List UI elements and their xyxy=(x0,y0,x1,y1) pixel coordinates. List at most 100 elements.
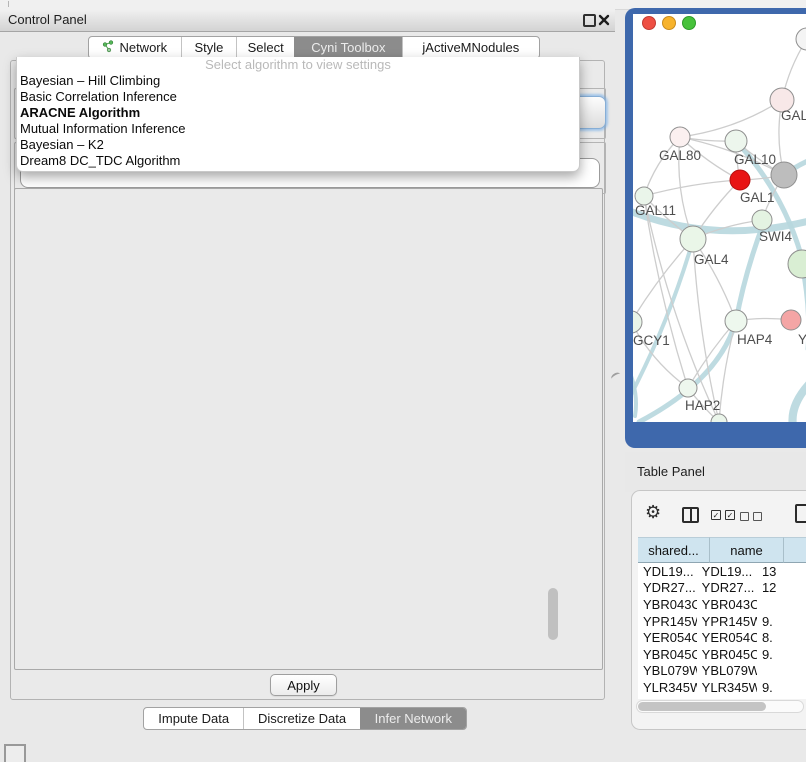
table-cell[interactable]: YLR345W xyxy=(638,680,697,695)
network-node-bottomn[interactable] xyxy=(711,414,727,422)
tab-style[interactable]: Style xyxy=(181,37,237,58)
node-label-swi4: SWI4 xyxy=(759,229,792,244)
table-cell[interactable]: YLR345W xyxy=(697,680,757,695)
network-node-gal80[interactable] xyxy=(670,127,690,147)
table-cell[interactable]: 8. xyxy=(757,630,806,645)
tab-label: Discretize Data xyxy=(258,711,346,726)
float-panel-icon[interactable] xyxy=(583,14,596,27)
table-partial-icon[interactable] xyxy=(795,504,806,523)
table-cell[interactable]: YIL052C xyxy=(697,697,757,699)
gear-icon[interactable]: ⚙ xyxy=(645,503,661,521)
algorithm-option-aracne-algorithm[interactable]: ARACNE Algorithm xyxy=(17,105,579,121)
table-cell[interactable]: YBR043C xyxy=(638,597,697,612)
tab-impute-data[interactable]: Impute Data xyxy=(144,708,243,729)
unchecked-box-icon xyxy=(740,512,749,521)
algorithm-option-bayesian-hill-climbing[interactable]: Bayesian – Hill Climbing xyxy=(17,73,579,89)
table-cell[interactable]: 9. xyxy=(757,647,806,662)
tab-label: Cyni Toolbox xyxy=(311,40,385,55)
table-cell[interactable]: YDL19... xyxy=(638,564,697,579)
column-header-name[interactable]: name xyxy=(710,537,784,563)
network-edge[interactable] xyxy=(719,321,736,422)
algorithm-option-mutual-information-inference[interactable]: Mutual Information Inference xyxy=(17,121,579,137)
network-canvas[interactable]: GALGAL80GAL10GAL1GAL11SWI4GAL4HAP4YGCY1H… xyxy=(633,14,806,422)
table-cell[interactable]: 13 xyxy=(757,564,806,579)
checked-box-icon: ✓ xyxy=(711,510,721,520)
tab-cyni-toolbox[interactable]: Cyni Toolbox xyxy=(294,37,402,58)
table-row[interactable]: YBL079WYBL079W xyxy=(638,663,806,680)
node-label-gal10: GAL10 xyxy=(734,152,776,167)
tab-discretize-data[interactable]: Discretize Data xyxy=(243,708,359,729)
table-cell[interactable]: YER054C xyxy=(697,630,757,645)
table-row[interactable]: YBR043CYBR043C xyxy=(638,596,806,613)
bottom-tabbar: Impute Data Discretize Data Infer Network xyxy=(143,707,467,730)
apply-button[interactable]: Apply xyxy=(270,674,337,696)
table-row[interactable]: YPR145WYPR145W9. xyxy=(638,613,806,630)
table-cell[interactable]: YDR27... xyxy=(638,580,697,595)
table-cell[interactable]: YPR145W xyxy=(697,614,757,629)
tab-select[interactable]: Select xyxy=(236,37,294,58)
table-row[interactable]: YDL19...YDL19...13 xyxy=(638,563,806,580)
table-cell[interactable]: YER054C xyxy=(638,630,697,645)
table-cell[interactable]: YBL079W xyxy=(697,663,757,678)
table-cell[interactable]: 9 xyxy=(757,697,806,699)
network-node-biggreen[interactable] xyxy=(788,250,806,278)
control-panel-tabbar: NetworkStyleSelect Cyni Toolbox jActiveMNo… xyxy=(88,36,540,59)
network-node-gcy1[interactable] xyxy=(633,311,642,333)
attributes-list-scrollbar-thumb[interactable] xyxy=(548,588,558,640)
minimized-panel-icon[interactable] xyxy=(4,744,26,762)
tab-label: Infer Network xyxy=(375,711,452,726)
table-cell[interactable]: YBL079W xyxy=(638,663,697,678)
tab-jactivemnodules[interactable]: jActiveMNodules xyxy=(402,37,539,58)
algorithm-option-bayesian-k2[interactable]: Bayesian – K2 xyxy=(17,137,579,153)
node-label-gcy1: GCY1 xyxy=(633,333,670,348)
table-cell[interactable]: YDL19... xyxy=(697,564,757,579)
select-all-checkboxes-icon[interactable]: ✓ ✓ xyxy=(711,510,735,520)
network-node-hap2[interactable] xyxy=(679,379,697,397)
network-node-edge-top[interactable] xyxy=(796,28,806,50)
table-row[interactable]: YIL052CYIL052C9 xyxy=(638,696,806,699)
tab-infer-network[interactable]: Infer Network xyxy=(360,708,466,729)
traffic-light-minimize-icon[interactable] xyxy=(663,17,676,30)
table-cell[interactable]: YBR043C xyxy=(697,597,757,612)
network-edge[interactable] xyxy=(633,239,693,322)
node-label-hap4: HAP4 xyxy=(737,332,773,347)
traffic-light-close-icon[interactable] xyxy=(643,17,656,30)
traffic-light-zoom-icon[interactable] xyxy=(683,17,696,30)
table-cell[interactable]: YPR145W xyxy=(638,614,697,629)
network-edge[interactable] xyxy=(644,180,740,196)
table-cell[interactable]: YBR045C xyxy=(697,647,757,662)
table-row[interactable]: YLR345WYLR345W9. xyxy=(638,679,806,696)
table-cell[interactable]: 12 xyxy=(757,580,806,595)
settings-scroll-container xyxy=(14,188,603,670)
table-cell[interactable]: YIL052C xyxy=(638,697,697,699)
network-node-gal4[interactable] xyxy=(680,226,706,252)
table-cell[interactable]: YDR27... xyxy=(697,580,757,595)
network-edge-thick[interactable] xyxy=(633,366,636,416)
column-header-shared[interactable]: shared... xyxy=(638,537,710,563)
split-columns-icon[interactable] xyxy=(682,507,699,523)
network-edge[interactable] xyxy=(688,321,736,388)
table-cell[interactable]: 9. xyxy=(757,680,806,695)
algorithm-option-dream8-dc-tdc-algorithm[interactable]: Dream8 DC_TDC Algorithm xyxy=(17,153,579,169)
network-graph[interactable]: GALGAL80GAL10GAL1GAL11SWI4GAL4HAP4YGCY1H… xyxy=(633,14,806,422)
table-hscrollbar-thumb[interactable] xyxy=(638,702,766,711)
close-panel-icon[interactable] xyxy=(598,13,610,25)
network-node-swi4[interactable] xyxy=(752,210,772,230)
network-node-hap4[interactable] xyxy=(725,310,747,332)
table-cell[interactable]: YBR045C xyxy=(638,647,697,662)
network-node-gal1[interactable] xyxy=(730,170,750,190)
table-cell[interactable]: 9. xyxy=(757,614,806,629)
splitter-grip[interactable] xyxy=(610,371,622,382)
tab-network[interactable]: Network xyxy=(89,37,181,58)
network-node-gal10[interactable] xyxy=(725,130,747,152)
deselect-checkboxes-icon[interactable] xyxy=(740,512,762,521)
node-label-gal: GAL xyxy=(781,108,806,123)
table-row[interactable]: YER054CYER054C8. xyxy=(638,629,806,646)
network-edge-thick[interactable] xyxy=(793,380,806,422)
table-row[interactable]: YBR045CYBR045C9. xyxy=(638,646,806,663)
algorithm-option-basic-correlation-inference[interactable]: Basic Correlation Inference xyxy=(17,89,579,105)
network-node-y[interactable] xyxy=(781,310,801,330)
table-row[interactable]: YDR27...YDR27...12 xyxy=(638,580,806,597)
control-panel-titlebar: Control Panel xyxy=(0,9,615,32)
column-header-partial[interactable] xyxy=(784,537,806,563)
